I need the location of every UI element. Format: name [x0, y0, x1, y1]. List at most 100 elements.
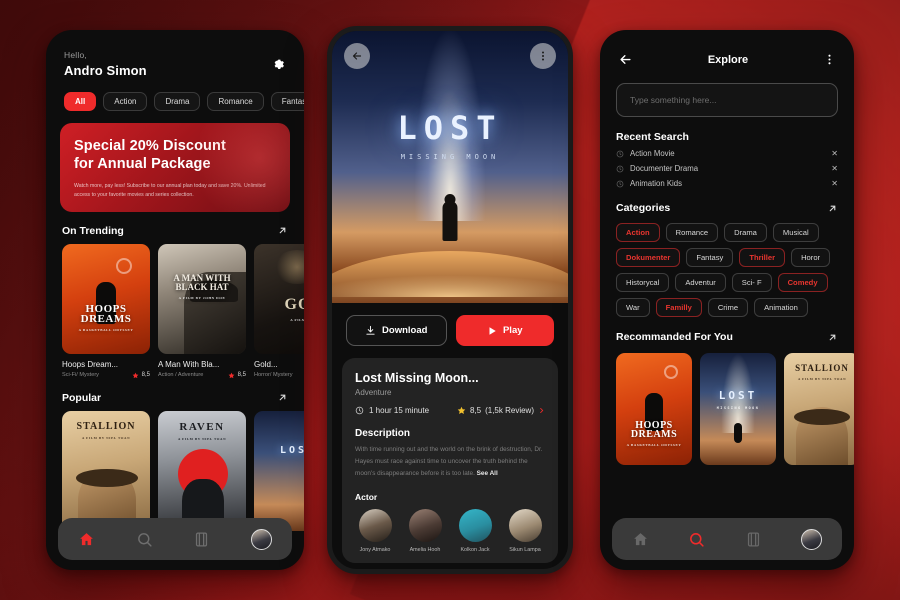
close-icon[interactable]: ✕ — [831, 179, 838, 188]
movie-poster[interactable]: GO A FILM — [254, 243, 304, 354]
poster-art-sub: A FILM — [290, 317, 304, 322]
movie-poster[interactable]: HOOPS DREAMS A BASKETBALL ODYSSEY — [62, 243, 150, 354]
download-icon — [366, 325, 375, 335]
download-button[interactable]: Download — [346, 315, 447, 346]
movie-poster[interactable]: A MAN WITH BLACK HAT A FILM BY JOHN DOE — [158, 243, 246, 354]
more-vertical-icon[interactable] — [823, 53, 836, 66]
movie-card[interactable]: STALLION A FILM BY NIEL TOAN — [62, 410, 150, 531]
arrow-up-right-icon[interactable] — [827, 332, 838, 343]
actor-item[interactable]: Sikun Lampa — [505, 508, 545, 553]
category-chip[interactable]: Comedy — [777, 273, 828, 292]
category-chip[interactable]: Fantasy — [686, 248, 734, 267]
movie-card[interactable]: HOOPS DREAMS A BASKETBALL ODYSSEY Hoops … — [62, 243, 150, 379]
recommended-heading: Recommanded For You — [616, 331, 733, 343]
duration-value: 1 hour 15 minute — [369, 406, 430, 415]
genre-filter-row[interactable]: All Action Drama Romance Fantasy Pe — [46, 78, 304, 111]
movie-card[interactable]: A MAN WITH BLACK HAT A FILM BY JOHN DOE … — [158, 243, 246, 379]
promo-title-line2: for Annual Package — [74, 156, 211, 173]
category-chip[interactable]: Thriller — [739, 248, 786, 267]
actor-item[interactable]: Jony Atmako — [355, 508, 395, 553]
movie-poster[interactable]: STALLION A FILM BY NIEL TOAN — [784, 353, 854, 465]
see-all-link[interactable]: See All — [477, 470, 498, 477]
actor-item[interactable]: Amelia Hooh — [405, 508, 445, 553]
poster-art-title: LOST — [279, 444, 304, 456]
category-chip[interactable]: Familly — [655, 298, 702, 317]
explore-header: Explore — [600, 30, 854, 67]
movie-poster[interactable]: HOOPS DREAMS A BASKETBALL ODYSSEY — [616, 353, 692, 465]
category-chip[interactable]: Dokumenter — [616, 248, 681, 267]
category-chip[interactable]: Historycal — [616, 273, 670, 292]
search-icon[interactable] — [136, 531, 153, 548]
film-strip-icon[interactable] — [745, 531, 762, 548]
movie-card[interactable]: GO A FILM Gold... Horror/ Mystery — [254, 243, 304, 379]
filter-chip[interactable]: Action — [103, 92, 148, 111]
category-chip[interactable]: Action — [616, 223, 660, 242]
play-button[interactable]: Play — [455, 315, 554, 346]
close-icon[interactable]: ✕ — [831, 149, 838, 158]
avatar[interactable] — [508, 508, 542, 542]
filter-chip[interactable]: All — [64, 92, 97, 111]
poster-art-title: GO — [284, 295, 304, 313]
movie-poster[interactable]: STALLION A FILM BY NIEL TOAN — [62, 410, 150, 531]
bottom-navigation-home[interactable] — [58, 518, 292, 560]
hero-title: LOST — [397, 109, 503, 147]
movie-rating-value: 8,5 — [237, 372, 246, 379]
movie-title: Hoops Dream... — [62, 359, 119, 369]
category-chip[interactable]: Romance — [665, 223, 719, 242]
recent-search-item[interactable]: Animation Kids ✕ — [600, 173, 854, 188]
arrow-up-right-icon[interactable] — [277, 225, 288, 236]
close-icon[interactable]: ✕ — [831, 164, 838, 173]
category-chip[interactable]: Horor — [791, 248, 831, 267]
filter-chip[interactable]: Drama — [154, 92, 201, 111]
avatar[interactable] — [408, 508, 442, 542]
search-input[interactable]: Type something here... — [616, 83, 838, 117]
back-arrow-icon[interactable] — [618, 52, 633, 67]
movie-card[interactable]: LOST — [254, 410, 304, 531]
category-chip[interactable]: Musical — [772, 223, 819, 242]
back-button[interactable] — [344, 43, 370, 69]
category-chip[interactable]: War — [616, 298, 650, 317]
home-icon[interactable] — [78, 531, 95, 548]
category-chip[interactable]: Crime — [707, 298, 749, 317]
movie-genre: Sci-Fi/ Mystery — [62, 372, 99, 379]
search-icon[interactable] — [688, 531, 705, 548]
recommended-rail[interactable]: HOOPS DREAMS A BASKETBALL ODYSSEY LOST M… — [600, 343, 854, 465]
movie-poster[interactable]: RAVEN A FILM BY NIEL TOAN — [158, 410, 246, 531]
chevron-right-icon[interactable] — [538, 407, 545, 414]
rating-block[interactable]: 8,5 (1,5k Review) — [457, 406, 545, 415]
avatar[interactable] — [358, 508, 392, 542]
movie-rating: 8,5 — [228, 372, 246, 379]
category-chip[interactable]: Animation — [754, 298, 808, 317]
popular-rail[interactable]: STALLION A FILM BY NIEL TOAN RAVEN A FIL… — [46, 410, 304, 531]
poster-art-title: HOOPS DREAMS — [80, 302, 132, 326]
section-title: Popular — [62, 391, 102, 404]
filter-chip[interactable]: Fantasy — [270, 92, 304, 111]
bottom-navigation-explore[interactable] — [612, 518, 842, 560]
actor-name: Kolkon Jack — [460, 546, 490, 553]
filter-chip[interactable]: Romance — [207, 92, 264, 111]
promo-banner[interactable]: Special 20% Discount for Annual Package … — [60, 123, 290, 212]
trending-rail[interactable]: HOOPS DREAMS A BASKETBALL ODYSSEY Hoops … — [46, 243, 304, 379]
actor-heading: Actor — [355, 491, 378, 502]
gear-icon[interactable] — [270, 55, 286, 71]
movie-card[interactable]: RAVEN A FILM BY NIEL TOAN — [158, 410, 246, 531]
actor-item[interactable]: Kolkon Jack — [455, 508, 495, 553]
category-chip[interactable]: Drama — [724, 223, 767, 242]
movie-poster[interactable]: LOST — [254, 410, 304, 531]
arrow-up-right-icon[interactable] — [277, 392, 288, 403]
avatar[interactable] — [801, 528, 823, 550]
categories-chip-grid[interactable]: Action Romance Drama Musical Dokumenter … — [600, 214, 854, 317]
recent-search-item[interactable]: Documenter Drama ✕ — [600, 158, 854, 173]
poster-art-sub: A BASKETBALL ODYSSEY — [626, 442, 682, 447]
avatar[interactable] — [458, 508, 492, 542]
category-chip[interactable]: Sci- F — [731, 273, 772, 292]
film-strip-icon[interactable] — [193, 531, 210, 548]
recent-search-item[interactable]: Action Movie ✕ — [600, 143, 854, 158]
home-icon[interactable] — [632, 531, 649, 548]
category-chip[interactable]: Adventur — [675, 273, 726, 292]
avatar[interactable] — [250, 528, 272, 550]
arrow-up-right-icon[interactable] — [827, 203, 838, 214]
more-options-button[interactable] — [530, 43, 556, 69]
action-button-row: Download Play — [332, 303, 568, 346]
movie-poster[interactable]: LOST MISSING MOON — [700, 353, 776, 465]
